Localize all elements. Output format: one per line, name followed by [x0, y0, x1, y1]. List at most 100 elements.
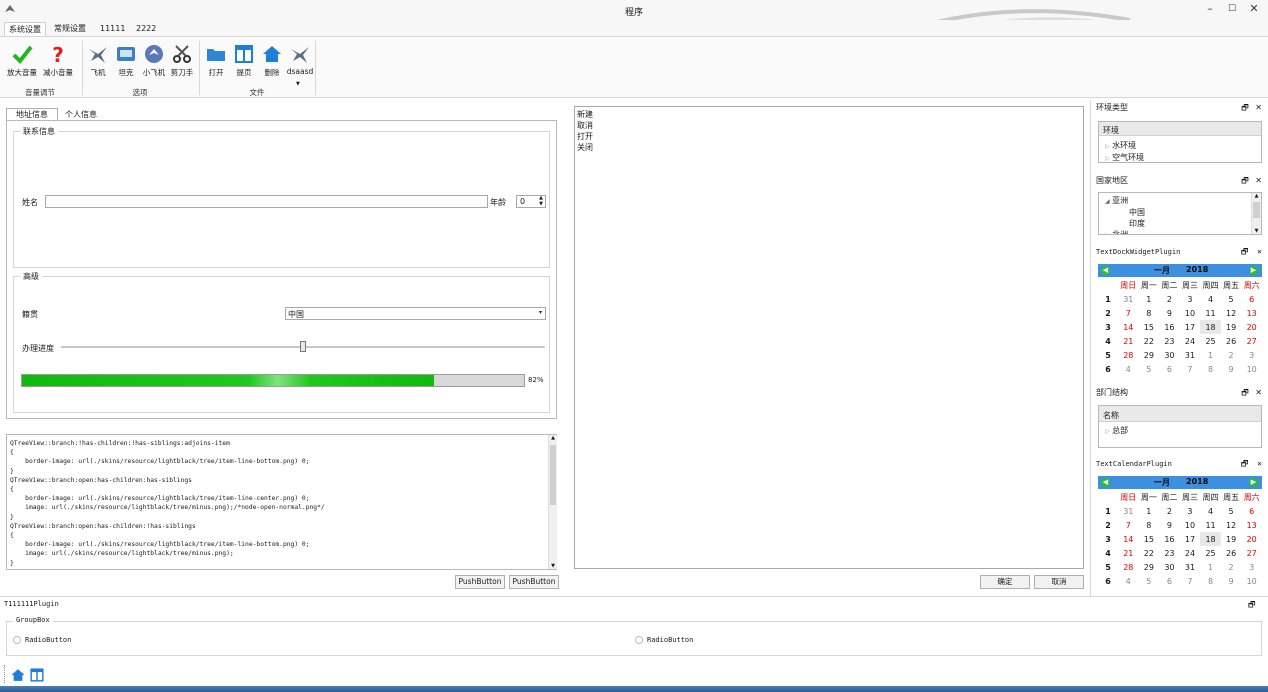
next-month-icon[interactable]: ▶ [1249, 266, 1258, 275]
scroll-down-icon[interactable]: ▼ [549, 563, 557, 569]
dsaasd-button[interactable]: dsaasd ▼ [280, 41, 320, 87]
calendar-day[interactable]: 13 [1241, 518, 1262, 532]
radio-button-1-label[interactable]: RadioButton [25, 636, 71, 644]
bottom-dock-splitter[interactable] [0, 596, 1268, 597]
radio-button-2-label[interactable]: RadioButton [647, 636, 693, 644]
calendar-day[interactable]: 12 [1221, 306, 1242, 320]
calendar-day[interactable]: 15 [1139, 532, 1160, 546]
spin-arrows-icon[interactable]: ▲ ▼ [539, 195, 543, 207]
dock-controls[interactable]: 🗗 ✕ [1241, 175, 1264, 187]
region-tree[interactable]: ◢ 亚洲 中国 印度 ▷ 北洲 ▲ ▼ [1098, 192, 1262, 235]
calendar-day[interactable]: 31 [1118, 504, 1139, 518]
calendar-day[interactable]: 25 [1200, 546, 1221, 560]
calendar-day[interactable]: 4 [1118, 574, 1139, 588]
calendar-day[interactable]: 1 [1200, 560, 1221, 574]
env-tree[interactable]: 环境 ▷ 水环境 ▷ 空气环境 [1098, 121, 1262, 163]
calendar-day[interactable]: 2 [1221, 560, 1242, 574]
calendar-day[interactable]: 31 [1180, 560, 1201, 574]
dock-float-icon[interactable]: 🗗 [1248, 599, 1256, 613]
scroll-thumb[interactable] [550, 445, 556, 505]
calendar-day[interactable]: 10 [1180, 306, 1201, 320]
calendar-month[interactable]: 一月 [1154, 265, 1170, 276]
calendar-day[interactable]: 9 [1159, 306, 1180, 320]
calendar-day[interactable]: 18 [1200, 532, 1221, 546]
list-item[interactable]: 打开 [577, 131, 593, 142]
dock-controls[interactable]: 🗗 ✕ [1241, 246, 1264, 258]
action-list[interactable]: 新建 取消 打开 关闭 [577, 109, 593, 153]
calendar-day[interactable]: 2 [1159, 292, 1180, 306]
calendar-day[interactable]: 30 [1159, 560, 1180, 574]
code-text[interactable]: QTreeView::branch:!has-children:!has-sib… [10, 439, 546, 568]
push-button-2[interactable]: PushButton [509, 575, 559, 589]
layout-icon[interactable] [29, 667, 45, 683]
calendar-year[interactable]: 2018 [1186, 265, 1208, 274]
prev-month-icon[interactable]: ◀ [1101, 266, 1110, 275]
dept-tree[interactable]: 名称 ▷ 总部 [1098, 405, 1262, 448]
tree-item-asia[interactable]: ◢ 亚洲 [1105, 195, 1145, 207]
calendar-day[interactable]: 28 [1118, 348, 1139, 362]
age-spinbox[interactable]: 0 ▲ ▼ [516, 195, 546, 208]
calendar-day[interactable]: 21 [1118, 546, 1139, 560]
calendar-day[interactable]: 28 [1118, 560, 1139, 574]
tab-address-info[interactable]: 地址信息 [6, 108, 58, 120]
calendar-day[interactable]: 2 [1159, 504, 1180, 518]
close-button[interactable]: ✕ [1244, 2, 1264, 16]
calendar-day[interactable]: 5 [1139, 362, 1160, 376]
calendar-day[interactable]: 14 [1118, 532, 1139, 546]
calendar-day[interactable]: 3 [1241, 560, 1262, 574]
calendar-day[interactable]: 9 [1159, 518, 1180, 532]
calendar-day[interactable]: 8 [1200, 574, 1221, 588]
calendar-day[interactable]: 23 [1159, 334, 1180, 348]
calendar-day[interactable]: 1 [1139, 292, 1160, 306]
radio-button-1-indicator[interactable] [13, 636, 21, 644]
calendar-day[interactable]: 17 [1180, 532, 1201, 546]
calendar-day[interactable]: 7 [1118, 306, 1139, 320]
push-button-1[interactable]: PushButton [455, 575, 505, 589]
cancel-button[interactable]: 取消 [1034, 575, 1084, 589]
tree-item-hq[interactable]: ▷ 总部 [1105, 425, 1128, 436]
calendar-day[interactable]: 1 [1139, 504, 1160, 518]
list-item[interactable]: 新建 [577, 109, 593, 120]
calendar-day[interactable]: 15 [1139, 320, 1160, 334]
calendar-day[interactable]: 4 [1200, 504, 1221, 518]
calendar-1[interactable]: ◀ 一月 2018 ▶ 周日 周一 周二 周三 周四 周五 周六 1 31 1 2 3 4 5 6 2 7 8 9 1… [1098, 264, 1262, 376]
calendar-day[interactable]: 5 [1139, 574, 1160, 588]
progress-slider-handle[interactable] [300, 341, 306, 352]
list-item[interactable]: 取消 [577, 120, 593, 131]
calendar-day[interactable]: 6 [1159, 362, 1180, 376]
calendar-day[interactable]: 3 [1241, 348, 1262, 362]
dock-controls[interactable]: 🗗 ✕ [1241, 458, 1264, 470]
env-tree-items[interactable]: ▷ 水环境 ▷ 空气环境 [1105, 140, 1144, 164]
dock-controls[interactable]: 🗗 ✕ [1241, 102, 1264, 114]
calendar-grid[interactable]: 周日 周一 周二 周三 周四 周五 周六 1 31 1 2 3 4 5 6 2 7 8 9 10 11 12 13 3 14 15… [1098, 490, 1262, 588]
calendar-day[interactable]: 13 [1241, 306, 1262, 320]
calendar-month[interactable]: 一月 [1154, 477, 1170, 488]
calendar-day[interactable]: 11 [1200, 306, 1221, 320]
tab-personal-info[interactable]: 个人信息 [58, 109, 104, 120]
calendar-day[interactable]: 7 [1180, 362, 1201, 376]
ok-button[interactable]: 确定 [980, 575, 1030, 589]
tree-item-air[interactable]: ▷ 空气环境 [1105, 152, 1144, 164]
calendar-day[interactable]: 8 [1139, 518, 1160, 532]
calendar-day[interactable]: 7 [1118, 518, 1139, 532]
tab-2222[interactable]: 2222 [132, 22, 160, 36]
calendar-day[interactable]: 10 [1180, 518, 1201, 532]
tree-item-water[interactable]: ▷ 水环境 [1105, 140, 1144, 152]
tree-item-north[interactable]: ▷ 北洲 [1105, 229, 1145, 234]
list-item[interactable]: 关闭 [577, 142, 593, 153]
calendar-day[interactable]: 4 [1118, 362, 1139, 376]
volume-up-button[interactable]: 放大音量 [2, 41, 42, 83]
calendar-day[interactable]: 6 [1159, 574, 1180, 588]
calendar-day[interactable]: 26 [1221, 546, 1242, 560]
calendar-day[interactable]: 20 [1241, 532, 1262, 546]
origin-combobox[interactable]: 中国 ▾ [285, 307, 546, 320]
calendar-day[interactable]: 3 [1180, 504, 1201, 518]
calendar-day[interactable]: 24 [1180, 546, 1201, 560]
calendar-day[interactable]: 16 [1159, 320, 1180, 334]
calendar-day[interactable]: 26 [1221, 334, 1242, 348]
code-editor[interactable]: QTreeView::branch:!has-children:!has-sib… [6, 434, 557, 570]
calendar-day[interactable]: 1 [1200, 348, 1221, 362]
calendar-day[interactable]: 21 [1118, 334, 1139, 348]
scroll-thumb[interactable] [1253, 202, 1260, 218]
calendar-day[interactable]: 27 [1241, 334, 1262, 348]
